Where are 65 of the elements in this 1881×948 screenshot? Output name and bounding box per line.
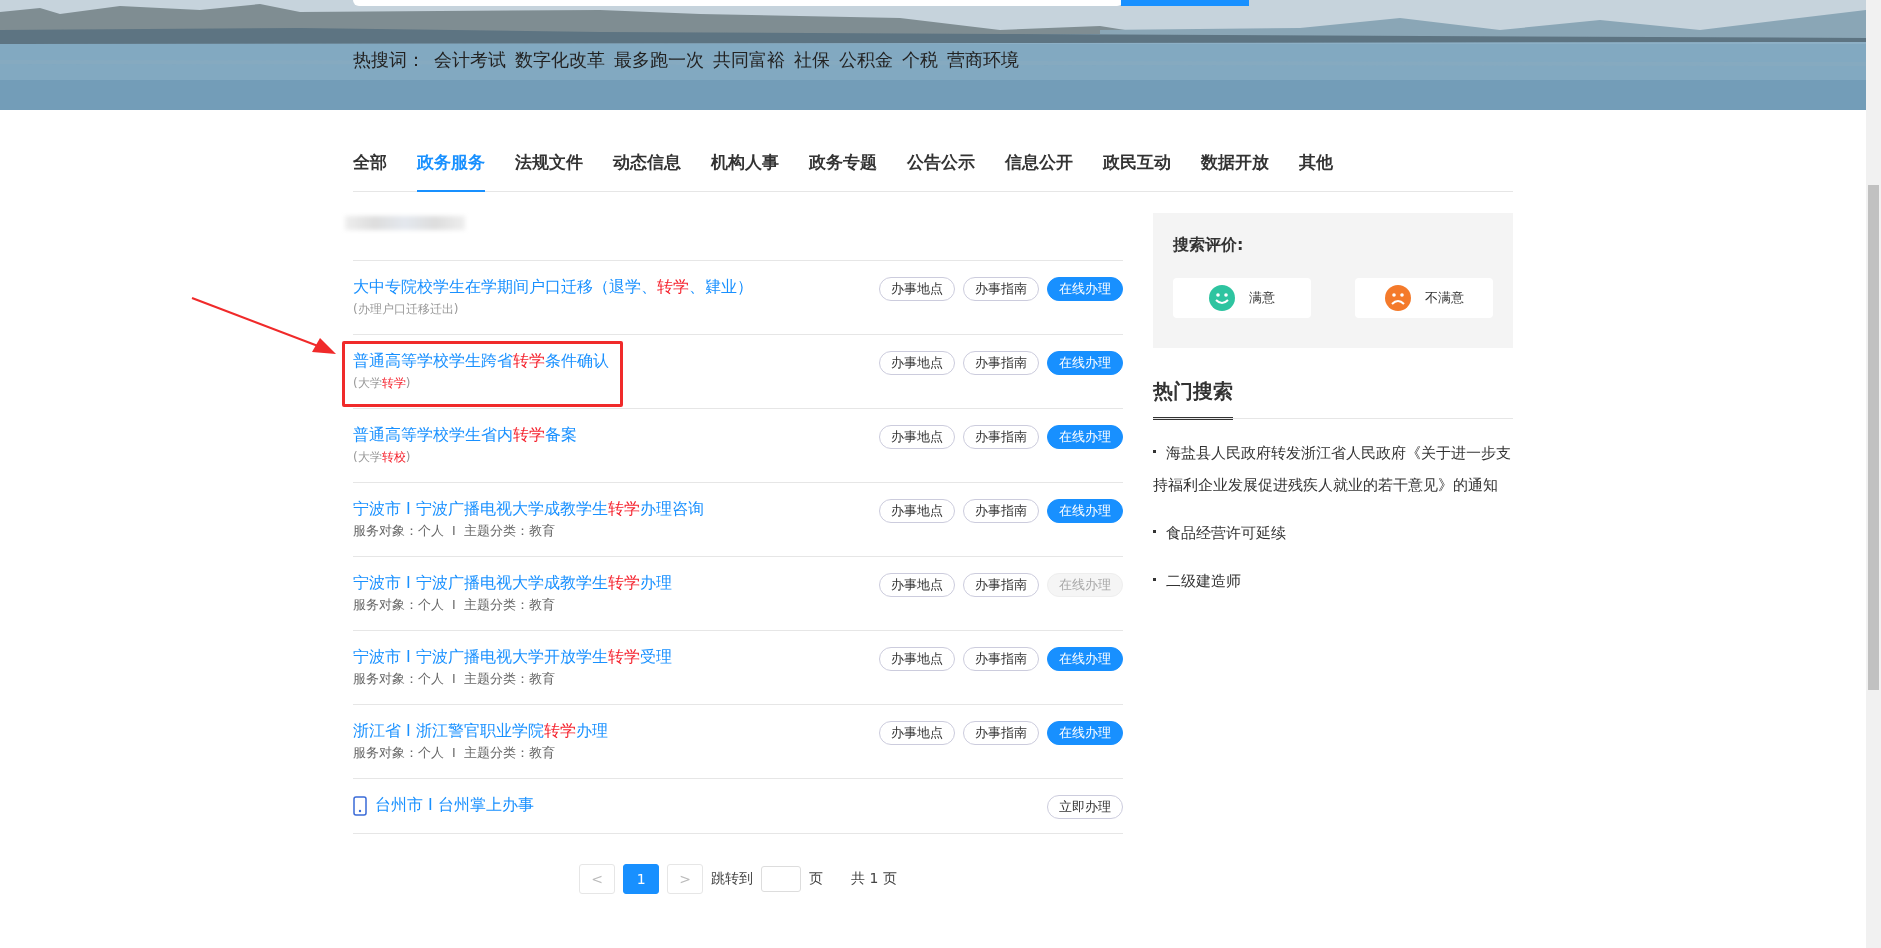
result-meta: 服务对象：个人 I 主题分类：教育 <box>353 671 556 688</box>
action-button[interactable]: 办事指南 <box>963 351 1039 375</box>
category-tab[interactable]: 数据开放 <box>1201 152 1269 192</box>
rating-title: 搜索评价: <box>1173 235 1245 256</box>
result-title-link[interactable]: 宁波市 I 宁波广播电视大学成教学生转学办理咨询 <box>353 499 704 520</box>
result-title-link[interactable]: 宁波市 I 宁波广播电视大学开放学生转学受理 <box>353 647 672 668</box>
page-input[interactable] <box>761 866 802 892</box>
result-title-link[interactable]: 普通高等学校学生跨省转学条件确认 <box>353 351 609 372</box>
action-button[interactable]: 办事指南 <box>963 277 1039 301</box>
action-button[interactable]: 办事指南 <box>963 647 1039 671</box>
hot-search-link[interactable]: 共同富裕 <box>713 48 785 72</box>
hot-search-label: 热搜词： <box>353 48 425 72</box>
page-unit: 页 <box>809 870 824 888</box>
rating-button[interactable]: 不满意 <box>1355 278 1493 318</box>
action-button[interactable]: 办事地点 <box>879 647 955 671</box>
total-pages: 共 1 页 <box>851 870 897 888</box>
hot-search-link[interactable]: 个税 <box>902 48 938 72</box>
result-title-link[interactable]: 普通高等学校学生省内转学备案 <box>353 425 577 446</box>
hot-search-link[interactable]: 数字化改革 <box>515 48 605 72</box>
result-subtitle: (大学转学) <box>353 375 412 392</box>
result-title-link[interactable]: 浙江省 I 浙江警官职业学院转学办理 <box>353 721 608 742</box>
action-button[interactable]: 立即办理 <box>1047 795 1123 819</box>
hot-search-link[interactable]: 公积金 <box>839 48 893 72</box>
result-subtitle: (大学转校) <box>353 449 412 466</box>
action-button[interactable]: 办事指南 <box>963 721 1039 745</box>
hot-search-link[interactable]: 社保 <box>794 48 830 72</box>
result-title-link[interactable]: 大中专院校学生在学期间户口迁移（退学、转学、肄业） <box>353 277 753 298</box>
smiley-icon <box>1209 285 1235 311</box>
action-button[interactable]: 办事地点 <box>879 351 955 375</box>
hot-topic-link[interactable]: 海盐县人民政府转发浙江省人民政府《关于进一步支持福利企业发展促进残疾人就业的若干意见》的通知 <box>1153 437 1513 501</box>
hot-search-link[interactable]: 营商环境 <box>947 48 1019 72</box>
category-tab[interactable]: 政务专题 <box>809 152 877 192</box>
result-meta: 服务对象：个人 I 主题分类：教育 <box>353 745 556 762</box>
result-meta: 服务对象：个人 I 主题分类：教育 <box>353 597 556 614</box>
category-tab[interactable]: 动态信息 <box>613 152 681 192</box>
hot-topics-title: 热门搜索 <box>1153 378 1233 420</box>
action-button[interactable]: 办事指南 <box>963 425 1039 449</box>
sad-face-icon <box>1384 285 1411 311</box>
category-tab[interactable]: 信息公开 <box>1005 152 1073 192</box>
action-button[interactable]: 办事地点 <box>879 277 955 301</box>
hot-topic-link[interactable]: 二级建造师 <box>1153 565 1513 597</box>
category-tab[interactable]: 法规文件 <box>515 152 583 192</box>
action-button[interactable]: 办事地点 <box>879 425 955 449</box>
scrollbar[interactable] <box>1866 0 1881 948</box>
hot-search-link[interactable]: 最多跑一次 <box>614 48 704 72</box>
action-button[interactable]: 办事地点 <box>879 721 955 745</box>
action-button[interactable]: 办事地点 <box>879 573 955 597</box>
phone-icon <box>353 795 367 816</box>
category-tab[interactable]: 全部 <box>353 152 387 192</box>
action-button[interactable]: 办事指南 <box>963 499 1039 523</box>
result-subtitle: (办理户口迁移迁出) <box>353 301 460 318</box>
category-tab[interactable]: 公告公示 <box>907 152 975 192</box>
category-tab[interactable]: 其他 <box>1299 152 1333 192</box>
category-tab[interactable]: 政民互动 <box>1103 152 1171 192</box>
action-button[interactable]: 办事指南 <box>963 573 1039 597</box>
hot-search-link[interactable]: 会计考试 <box>434 48 506 72</box>
result-title-link[interactable]: 宁波市 I 宁波广播电视大学成教学生转学办理 <box>353 573 672 594</box>
result-meta: 服务对象：个人 I 主题分类：教育 <box>353 523 556 540</box>
search-field[interactable] <box>353 0 1123 6</box>
jump-label: 跳转到 <box>711 870 754 888</box>
hot-topic-link[interactable]: 食品经营许可延续 <box>1153 517 1513 549</box>
search-button[interactable] <box>1121 0 1249 6</box>
category-tab[interactable]: 机构人事 <box>711 152 779 192</box>
action-button[interactable]: 办事地点 <box>879 499 955 523</box>
rating-button[interactable]: 满意 <box>1173 278 1311 318</box>
